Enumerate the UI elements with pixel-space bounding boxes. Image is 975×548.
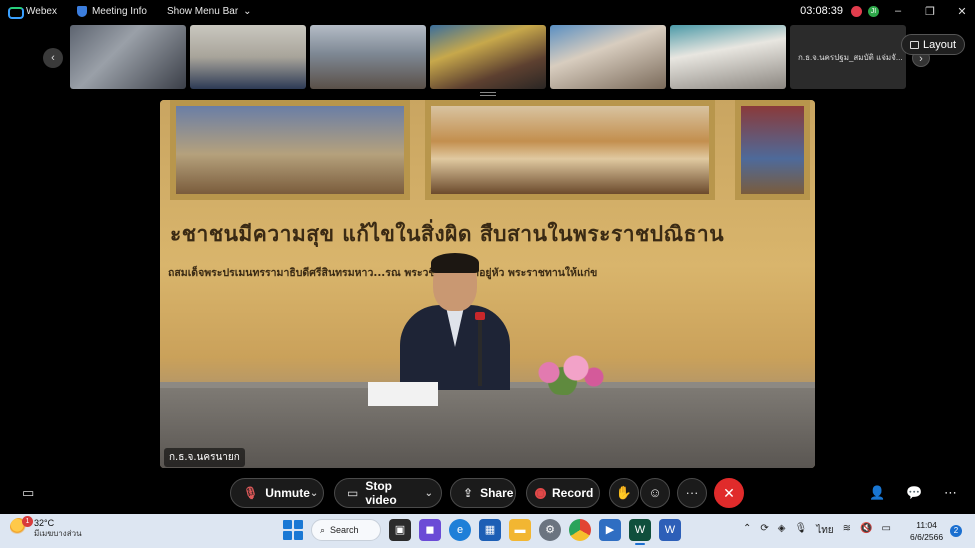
active-speaker-video: ะชาชนมีความสุข แก้ไขในสิ่งผิด สืบสานในพร… (160, 100, 815, 468)
minimize-button[interactable]: – (885, 5, 911, 17)
show-menu-bar-button[interactable]: Show Menu Bar ⌄ (167, 6, 252, 17)
app-name: Webex (26, 5, 57, 17)
recording-status-icon (851, 5, 862, 17)
close-window-button[interactable]: ✕ (949, 5, 975, 18)
strip-prev-button[interactable]: ‹ (43, 48, 63, 68)
record-button[interactable]: Record (526, 478, 600, 508)
store-icon[interactable]: ▦ (479, 519, 501, 541)
chevron-down-icon[interactable]: ⌄ (425, 488, 433, 499)
weather-sun-icon: 1 (10, 516, 33, 536)
stop-video-button[interactable]: ▭ Stop video ⌄ (334, 478, 442, 508)
participant-tile[interactable] (190, 25, 306, 89)
participant-name-label: ก.ธ.จ.นครนายก (164, 448, 245, 467)
word-icon[interactable]: W (659, 519, 681, 541)
weather-widget[interactable]: 1 32°C มีเมฆบางส่วน (10, 516, 82, 540)
meeting-controls: ▭ 🎙 Unmute ⌄ ▭ Stop video ⌄ ⇪ Share Reco… (0, 474, 975, 512)
participants-icon[interactable]: 👤 (869, 485, 885, 501)
more-options-button[interactable]: ··· (677, 478, 707, 508)
chat-icon[interactable]: 💬 (906, 485, 922, 501)
backdrop-banner-main: ะชาชนมีความสุข แก้ไขในสิ่งผิด สืบสานในพร… (170, 222, 725, 246)
settings-icon[interactable]: ⚙ (539, 519, 561, 541)
layout-icon (909, 40, 919, 49)
battery-icon[interactable]: ▭ (882, 523, 891, 538)
share-button[interactable]: ⇪ Share (450, 478, 516, 508)
participant-tile[interactable] (670, 25, 786, 89)
participant-strip: ‹ ก.ธ.จ.นครปฐม_สมบัติ แจ่มจั... › Layout (0, 24, 975, 92)
participant-tile[interactable] (70, 25, 186, 89)
user-avatar[interactable]: JI (868, 5, 879, 17)
desk-nameplate (368, 382, 438, 406)
title-bar: Webex Meeting Info Show Menu Bar ⌄ 03:08… (0, 0, 975, 22)
share-icon: ⇪ (463, 486, 474, 500)
notification-badge[interactable]: 2 (950, 525, 962, 537)
participant-tile[interactable] (550, 25, 666, 89)
clock-time: 11:04 (916, 520, 937, 530)
security-icon[interactable]: ◈ (778, 523, 786, 538)
system-tray: ⌃ ⟳ ◈ 🎙 ไทย ≋ 🔇 ▭ (743, 523, 891, 538)
search-icon: ⌕ (320, 524, 326, 535)
mic-muted-tray-icon[interactable]: 🎙 (794, 523, 807, 538)
camera-icon: ▭ (347, 486, 359, 500)
system-clock[interactable]: 11:04 6/6/2566 (910, 519, 943, 543)
chevron-up-icon[interactable]: ⌃ (743, 523, 751, 538)
show-menu-bar-label: Show Menu Bar (167, 5, 239, 17)
temperature: 32°C (34, 518, 55, 528)
edge-icon[interactable]: e (449, 519, 471, 541)
mic-muted-icon: 🎙 (243, 486, 259, 500)
shield-icon (76, 5, 87, 17)
share-label: Share (480, 486, 514, 500)
meeting-timer: 03:08:39 (800, 5, 843, 17)
windows-taskbar: 1 32°C มีเมฆบางส่วน ⌕ Search ▣ ◼ e ▦ ▬ ⚙… (0, 514, 975, 548)
participant-tile[interactable]: ก.ธ.จ.นครปฐม_สมบัติ แจ่มจั... (790, 25, 906, 89)
clock-date: 6/6/2566 (910, 532, 944, 542)
unmute-label: Unmute (265, 486, 310, 500)
participant-tile[interactable] (310, 25, 426, 89)
captions-icon[interactable]: ▭ (22, 485, 34, 501)
record-label: Record (552, 486, 594, 500)
microphone-icon (475, 312, 485, 320)
reactions-icon[interactable]: ☺ (640, 478, 670, 508)
weather-badge: 1 (22, 516, 33, 527)
meeting-info-button[interactable]: Meeting Info (76, 5, 147, 17)
wall-picture (425, 100, 715, 200)
unmute-button[interactable]: 🎙 Unmute ⌄ (230, 478, 324, 508)
layout-button[interactable]: Layout (901, 34, 965, 55)
app-menu[interactable]: Webex (8, 5, 57, 19)
wall-picture (735, 100, 810, 200)
participant-name: ก.ธ.จ.นครปฐม_สมบัติ แจ่มจั... (798, 53, 903, 62)
layout-label: Layout (922, 38, 957, 51)
language-indicator[interactable]: ไทย (816, 523, 833, 538)
stop-video-label: Stop video (365, 479, 397, 507)
wall-picture (170, 100, 410, 200)
flower-arrangement (522, 350, 612, 395)
chevron-down-icon: ⌄ (243, 5, 252, 17)
microphone-stand (478, 316, 482, 386)
start-button[interactable] (283, 520, 303, 540)
file-explorer-icon[interactable]: ▬ (509, 519, 531, 541)
wifi-icon[interactable]: ≋ (843, 523, 851, 538)
search-label: Search (330, 525, 359, 535)
leave-meeting-button[interactable]: ✕ (714, 478, 744, 508)
strip-resize-handle[interactable] (480, 92, 496, 96)
chevron-down-icon[interactable]: ⌄ (310, 488, 318, 499)
more-panels-icon[interactable]: ⋯ (944, 485, 957, 501)
weather-description: มีเมฆบางส่วน (34, 529, 82, 538)
speaker-figure (400, 253, 510, 390)
teams-chat-icon[interactable]: ◼ (419, 519, 441, 541)
taskbar-search[interactable]: ⌕ Search (311, 519, 381, 541)
webex-logo-icon (8, 6, 24, 19)
raise-hand-icon[interactable]: ✋ (609, 478, 639, 508)
volume-muted-icon[interactable]: 🔇 (860, 523, 872, 538)
participant-tile[interactable] (430, 25, 546, 89)
media-app-icon[interactable]: ▶ (599, 519, 621, 541)
restore-button[interactable]: ❐ (917, 5, 943, 18)
webex-taskbar-icon[interactable]: W (629, 519, 651, 545)
sync-icon[interactable]: ⟳ (760, 523, 768, 538)
record-icon (535, 487, 546, 499)
task-view-icon[interactable]: ▣ (389, 519, 411, 541)
meeting-info-label: Meeting Info (91, 5, 147, 17)
conference-table (160, 388, 815, 468)
chrome-icon[interactable] (569, 519, 591, 541)
